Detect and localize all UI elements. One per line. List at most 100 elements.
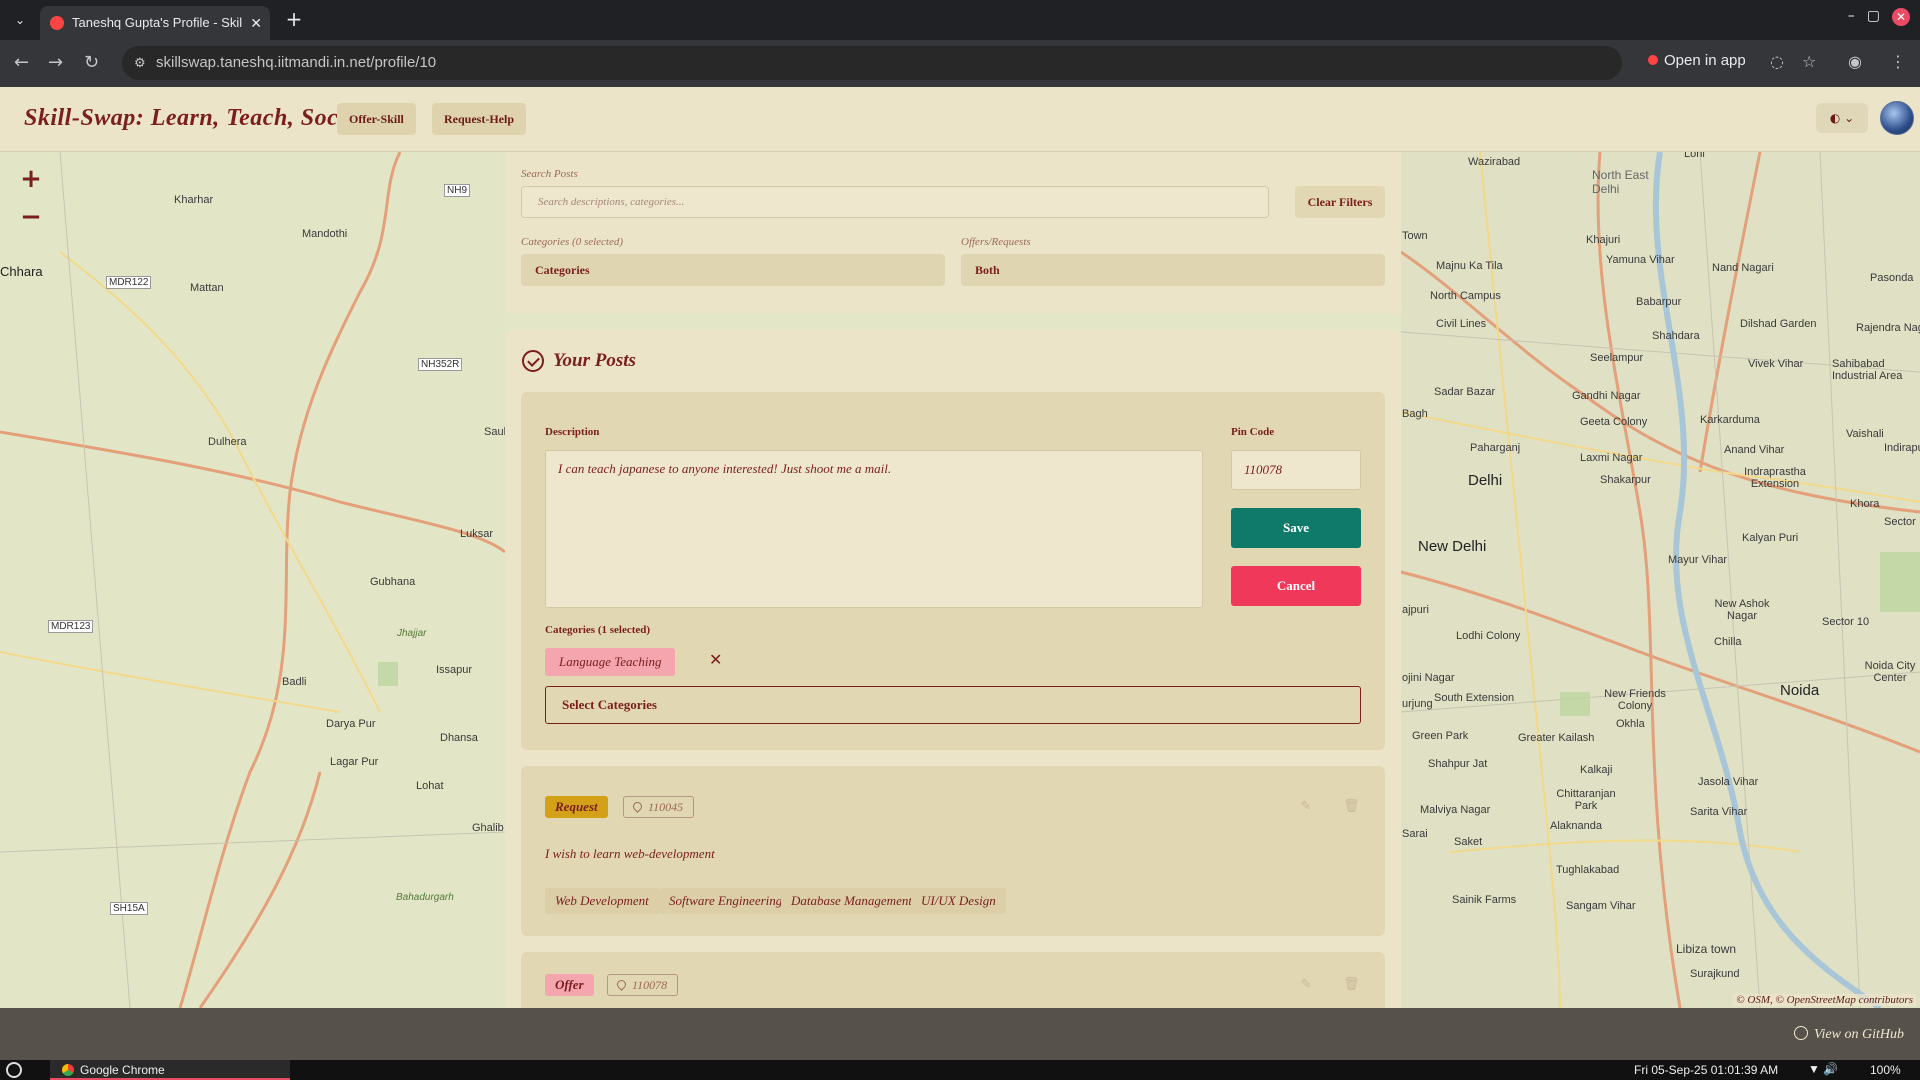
trash-icon[interactable]: 🗑 [1343, 800, 1360, 814]
app-header: Skill-Swap: Learn, Teach, Socialise Offe… [0, 87, 1920, 152]
offers-requests-label: Offers/Requests [961, 236, 1031, 248]
category-tag: Web Development [545, 888, 659, 914]
edit-post-card: Description I can teach japanese to anyo… [521, 392, 1385, 750]
maximize-icon[interactable]: ▢ [1867, 8, 1880, 26]
back-icon[interactable]: ← [14, 52, 29, 73]
post-card: Offer 110078 ✎ 🗑 [521, 952, 1385, 1008]
category-tag: UI/UX Design [911, 888, 1006, 914]
map-label: Dulhera [208, 436, 247, 448]
map-label: North Campus [1430, 290, 1501, 302]
pincode-badge: 110045 [623, 796, 695, 818]
map-pin-icon [631, 800, 644, 813]
map-label: Karkarduma [1700, 414, 1760, 426]
tray-icons[interactable]: ▼ 🔊 [1808, 1062, 1838, 1076]
post-card: Request 110045 ✎ 🗑 I wish to learn web-d… [521, 766, 1385, 936]
map-label: Khajuri [1586, 234, 1621, 246]
map-label: Dilshad Garden [1740, 318, 1817, 330]
star-icon[interactable]: ☆ [1802, 52, 1816, 71]
map-label: Luksar [460, 528, 494, 540]
save-button[interactable]: Save [1231, 508, 1361, 548]
map-label: Lodhi Colony [1456, 630, 1521, 642]
minimize-icon[interactable]: – [1848, 8, 1855, 26]
map-label: Saul [484, 426, 507, 438]
browser-tab-bar: ⌄ Taneshq Gupta's Profile - Skil ✕ + – ▢… [0, 0, 1920, 40]
forward-icon[interactable]: → [48, 52, 63, 73]
map-label: Jhajjar [397, 628, 427, 639]
trash-icon[interactable]: 🗑 [1343, 978, 1360, 992]
post-description: I wish to learn web-development [545, 846, 715, 861]
map-label: Lohat [416, 780, 444, 792]
edit-icon[interactable]: ✎ [1299, 978, 1313, 992]
pincode-input[interactable]: 110078 [1231, 450, 1361, 490]
offer-skill-button[interactable]: Offer-Skill [337, 103, 416, 135]
profile-icon[interactable]: ◉ [1848, 52, 1862, 71]
address-bar[interactable]: ⚙ skillswap.taneshq.iitmandi.in.net/prof… [122, 46, 1622, 80]
cancel-button[interactable]: Cancel [1231, 566, 1361, 606]
map-label: ajpuri [1402, 604, 1429, 616]
map-label: New Friends Colony [1604, 688, 1666, 712]
map-label: Malviya Nagar [1420, 804, 1491, 816]
map-label: Surajkund [1690, 968, 1740, 980]
road-label: SH15A [110, 902, 148, 915]
pincode-value: 110045 [648, 800, 684, 814]
map-label: Noida [1780, 682, 1820, 699]
map-label: Shahdara [1652, 330, 1700, 342]
description-textarea[interactable]: I can teach japanese to anyone intereste… [545, 450, 1203, 608]
taskbar-app-chrome[interactable]: Google Chrome [50, 1060, 290, 1080]
posts-title: Your Posts [553, 350, 636, 371]
eye-off-icon[interactable]: ◌ [1770, 52, 1784, 71]
category-tag: Database Management [781, 888, 922, 914]
request-help-button[interactable]: Request-Help [432, 103, 526, 135]
map-label: Green Park [1412, 730, 1469, 742]
avatar[interactable] [1880, 101, 1914, 135]
close-tab-icon[interactable]: ✕ [250, 6, 262, 40]
post-type-badge: Request [545, 796, 608, 818]
map-label: Shakarpur [1600, 474, 1651, 486]
map-label: Sarita Vihar [1690, 806, 1748, 818]
map-label: Tughlakabad [1556, 864, 1620, 876]
github-link[interactable]: View on GitHub [1794, 1026, 1904, 1043]
map-pin-icon [615, 978, 628, 991]
map-label: Pasonda [1870, 272, 1914, 284]
edit-icon[interactable]: ✎ [1299, 800, 1313, 814]
map-label: Sangam Vihar [1566, 900, 1636, 912]
tab-list-chevron-icon[interactable]: ⌄ [8, 8, 32, 32]
map-label: Paharganj [1470, 442, 1521, 454]
check-circle-icon [522, 350, 544, 372]
offers-requests-dropdown[interactable]: Both [961, 254, 1385, 286]
map-label: Sadar Bazar [1434, 386, 1496, 398]
pincode-badge: 110078 [607, 974, 679, 996]
remove-chip-icon[interactable]: ✕ [709, 650, 722, 669]
categories-dropdown[interactable]: Categories [521, 254, 945, 286]
zoom-out-button[interactable]: − [18, 204, 44, 230]
theme-palette-button[interactable]: ◐ ⌄ [1816, 103, 1868, 133]
clock[interactable]: Fri 05-Sep-25 01:01:39 AM [1634, 1063, 1778, 1077]
map-label: Indraprastha Extension [1744, 466, 1806, 490]
map-label: New Delhi [1418, 538, 1487, 555]
menu-icon[interactable]: ⋮ [1890, 52, 1906, 71]
clear-filters-button[interactable]: Clear Filters [1295, 186, 1385, 218]
site-info-icon[interactable]: ⚙ [134, 46, 146, 80]
search-input[interactable]: Search descriptions, categories... [521, 186, 1269, 218]
map-label: Vaishali [1846, 428, 1884, 440]
map-label: Babarpur [1636, 296, 1682, 308]
map-label: Yamuna Vihar [1606, 254, 1675, 266]
map-label: South Extension [1434, 692, 1515, 704]
browser-toolbar: ← → ↻ ⚙ skillswap.taneshq.iitmandi.in.ne… [0, 40, 1920, 87]
close-window-icon[interactable]: ✕ [1892, 8, 1910, 26]
new-tab-icon[interactable]: + [282, 8, 306, 32]
battery-indicator[interactable]: 100% [1870, 1063, 1901, 1077]
map-label: Kalkaji [1580, 764, 1613, 776]
zoom-in-button[interactable]: + [18, 166, 44, 192]
start-menu-icon[interactable] [6, 1062, 22, 1078]
category-tag: Software Engineering [659, 888, 793, 914]
browser-tab[interactable]: Taneshq Gupta's Profile - Skil ✕ [40, 6, 270, 40]
selected-categories-label: Categories (1 selected) [545, 624, 651, 636]
map-label: Ghalib [472, 822, 504, 834]
reload-icon[interactable]: ↻ [84, 52, 99, 73]
map-attribution[interactable]: © OSM, © OpenStreetMap contributors [1733, 994, 1916, 1006]
open-in-app-button[interactable]: Open in app [1648, 52, 1746, 69]
github-icon [1794, 1026, 1809, 1040]
pincode-label: Pin Code [1231, 426, 1275, 438]
select-categories-dropdown[interactable]: Select Categories [545, 686, 1361, 724]
